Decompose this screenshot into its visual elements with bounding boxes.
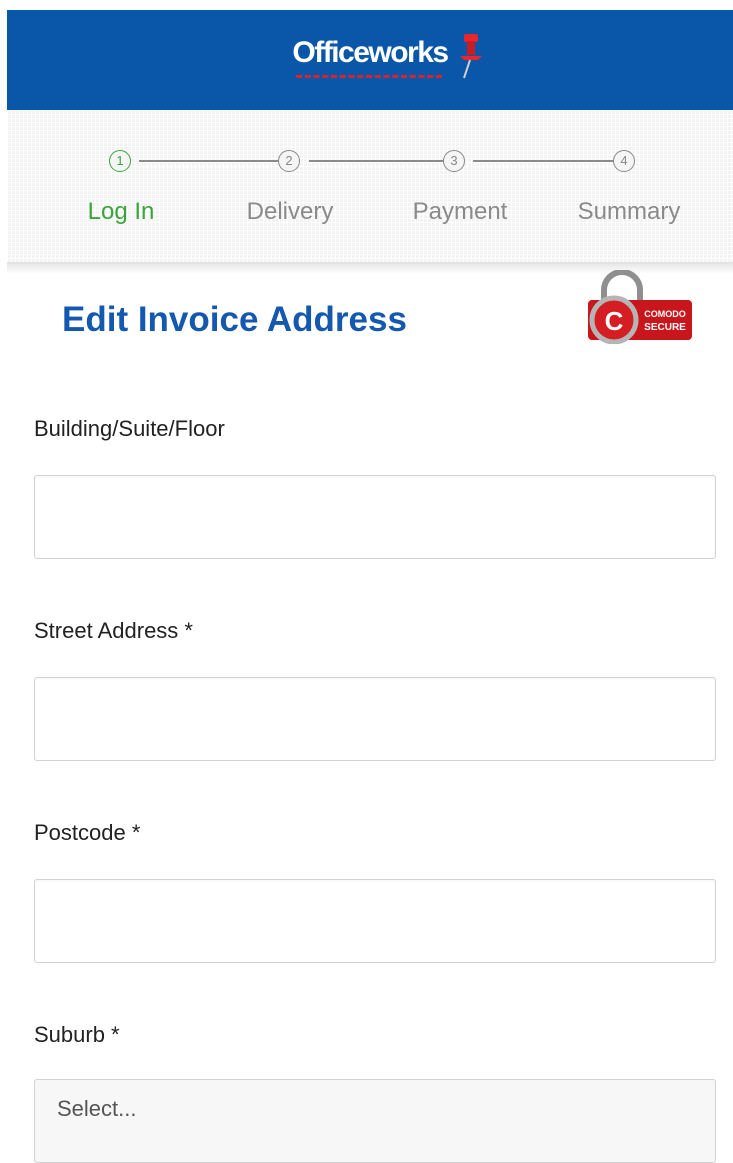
suburb-select-value: Select...	[57, 1096, 137, 1121]
step-connector	[309, 160, 449, 162]
page-title: Edit Invoice Address	[62, 300, 407, 339]
step-1-indicator[interactable]: 1	[109, 150, 131, 172]
logo-underline	[296, 75, 442, 78]
checkout-progress: 1 2 3 4 Log In Delivery Payment Summary	[7, 110, 733, 264]
suburb-select[interactable]: Select...	[34, 1079, 716, 1163]
step-label-payment[interactable]: Payment	[385, 198, 535, 226]
header-bar: Officeworks	[7, 10, 733, 110]
step-4-indicator[interactable]: 4	[613, 150, 635, 172]
street-address-input[interactable]	[34, 677, 716, 761]
step-2-indicator[interactable]: 2	[278, 150, 300, 172]
comodo-secure-badge: C COMODO SECURE	[588, 270, 692, 344]
building-input[interactable]	[34, 475, 716, 559]
badge-text: SECURE	[644, 322, 686, 333]
step-3-indicator[interactable]: 3	[443, 150, 465, 172]
pushpin-icon	[459, 34, 482, 79]
step-label-delivery[interactable]: Delivery	[215, 198, 365, 226]
suburb-label: Suburb *	[34, 1022, 120, 1047]
step-connector	[473, 160, 619, 162]
street-address-label: Street Address *	[34, 618, 193, 643]
postcode-input[interactable]	[34, 879, 716, 963]
postcode-label: Postcode *	[34, 820, 141, 845]
step-label-log-in[interactable]: Log In	[46, 198, 196, 226]
step-label-summary[interactable]: Summary	[554, 198, 704, 226]
badge-brand: COMODO	[644, 309, 686, 319]
step-connector	[139, 160, 285, 162]
building-label: Building/Suite/Floor	[34, 416, 225, 441]
logo-text: Officeworks	[292, 36, 449, 69]
svg-text:C: C	[605, 306, 624, 336]
logo[interactable]: Officeworks	[7, 34, 733, 79]
